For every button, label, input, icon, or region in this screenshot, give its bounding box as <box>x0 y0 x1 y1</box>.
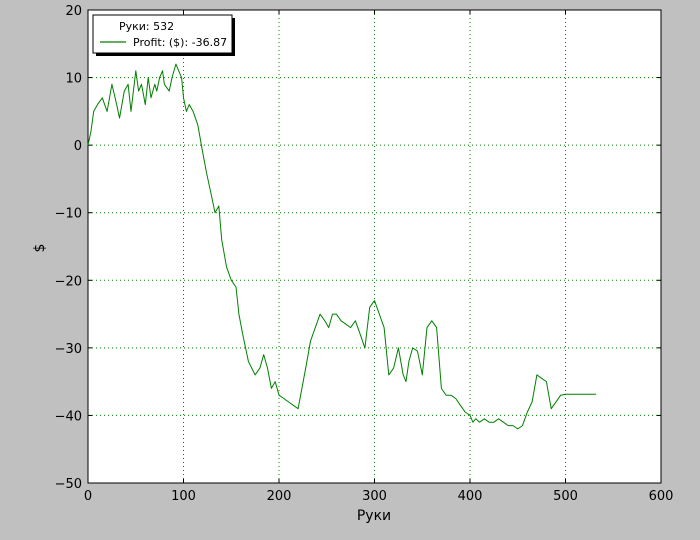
y-tick-label: −40 <box>55 409 82 424</box>
x-tick-label: 100 <box>171 489 196 504</box>
legend-header: Руки: 532 <box>119 20 174 33</box>
y-tick-label: 20 <box>65 4 82 19</box>
y-axis-label: $ <box>32 244 48 253</box>
x-tick-label: 500 <box>553 489 578 504</box>
x-tick-label: 600 <box>649 489 674 504</box>
legend: Руки: 532 Profit: ($): -36.87 <box>92 14 235 56</box>
y-tick-label: −30 <box>55 342 82 357</box>
x-tick-label: 400 <box>458 489 483 504</box>
y-tick-label: 0 <box>74 139 82 154</box>
y-tick-label: −50 <box>55 477 82 492</box>
legend-entry: Profit: ($): -36.87 <box>133 36 227 49</box>
x-tick-label: 300 <box>362 489 387 504</box>
y-tick-label: 10 <box>65 72 82 87</box>
x-tick-label: 0 <box>84 489 92 504</box>
x-axis-label: Руки <box>357 508 391 524</box>
y-tick-label: −20 <box>55 274 82 289</box>
y-tick-label: −10 <box>55 207 82 222</box>
x-tick-label: 200 <box>267 489 292 504</box>
profit-chart: 0 100 200 300 400 500 600−50−40−30−20−1001020 … <box>0 0 700 540</box>
